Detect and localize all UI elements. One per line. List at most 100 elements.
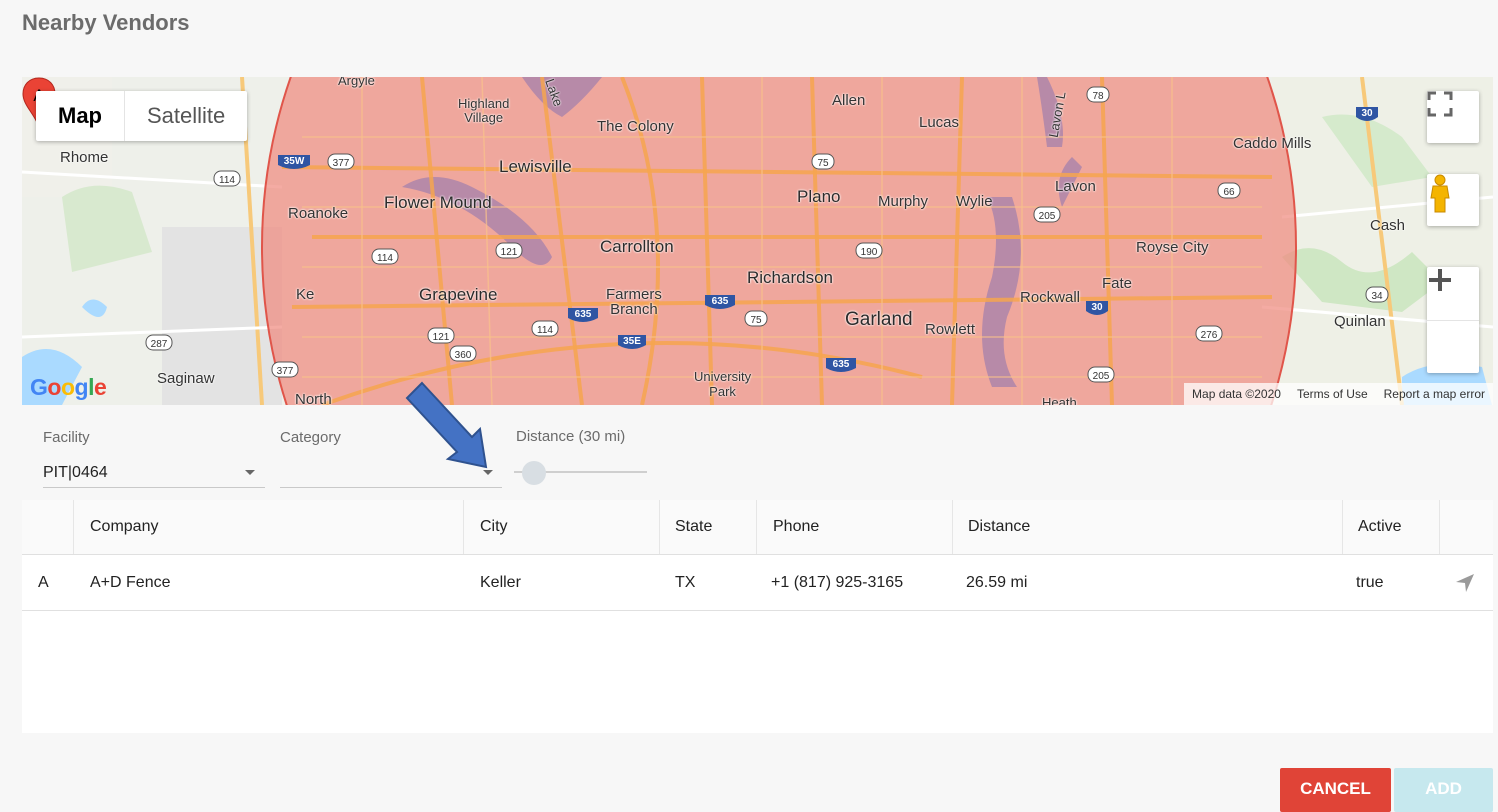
shield-121b: 121 xyxy=(433,332,450,343)
row-distance: 26.59 mi xyxy=(966,574,1028,591)
map-data-text: Map data ©2020 xyxy=(1192,387,1281,401)
label-the-colony: The Colony xyxy=(597,118,674,135)
map-type-control: Map Satellite xyxy=(36,91,248,141)
vendors-table: Company City State Phone Distance Active… xyxy=(22,500,1493,733)
shield-635c: 635 xyxy=(833,359,850,370)
label-roanoke: Roanoke xyxy=(288,205,349,222)
row-phone: +1 (817) 925-3165 xyxy=(771,574,904,591)
shield-205b: 205 xyxy=(1093,371,1110,382)
shield-114: 114 xyxy=(219,175,235,186)
label-grapevine: Grapevine xyxy=(419,285,498,304)
terms-of-use-link[interactable]: Terms of Use xyxy=(1297,387,1368,401)
shield-66: 66 xyxy=(1223,187,1235,198)
column-distance[interactable]: Distance xyxy=(968,500,1030,554)
facility-label: Facility xyxy=(43,429,90,446)
label-north: North xyxy=(295,391,332,405)
row-company: A+D Fence xyxy=(90,574,171,591)
map-type-map-button[interactable]: Map xyxy=(36,91,125,141)
row-marker: A xyxy=(38,574,49,591)
shield-75: 75 xyxy=(817,158,829,169)
filters-bar xyxy=(22,405,1493,500)
label-farmers-branch: Farmers Branch xyxy=(606,286,662,318)
shield-377: 377 xyxy=(333,158,350,169)
label-rhome: Rhome xyxy=(60,149,109,166)
shield-35e: 35E xyxy=(623,336,641,347)
fullscreen-icon xyxy=(1427,91,1453,117)
map-type-satellite-button[interactable]: Satellite xyxy=(125,91,247,141)
shield-190: 190 xyxy=(861,247,878,258)
annotation-arrow-icon xyxy=(405,381,488,469)
label-lewisville: Lewisville xyxy=(499,157,572,176)
label-plano: Plano xyxy=(797,187,841,206)
shield-205: 205 xyxy=(1039,211,1056,222)
shield-30b: 30 xyxy=(1361,108,1373,119)
navigate-icon[interactable] xyxy=(1454,572,1476,594)
label-saginaw: Saginaw xyxy=(157,370,215,387)
report-map-error-link[interactable]: Report a map error xyxy=(1384,387,1485,401)
column-city[interactable]: City xyxy=(480,500,508,554)
distance-label: Distance (30 mi) xyxy=(516,428,626,445)
google-logo: Google xyxy=(30,374,107,400)
label-argyle: Argyle xyxy=(338,77,375,88)
label-quinlan: Quinlan xyxy=(1334,313,1386,330)
cancel-button[interactable]: CANCEL xyxy=(1280,768,1391,812)
label-richardson: Richardson xyxy=(747,268,833,287)
shield-635b: 635 xyxy=(712,296,729,307)
label-keller-partial: Ke xyxy=(296,286,315,303)
label-murphy: Murphy xyxy=(878,193,929,210)
pegman-button[interactable] xyxy=(1427,174,1479,226)
category-underline xyxy=(280,487,502,488)
zoom-out-button[interactable] xyxy=(1427,278,1479,373)
label-cash: Cash xyxy=(1370,217,1406,234)
shield-78: 78 xyxy=(1092,91,1104,102)
label-highland-village: Highland Village xyxy=(458,96,510,125)
row-city: Keller xyxy=(480,574,521,591)
label-university-park: University Park xyxy=(694,369,752,399)
label-rowlett: Rowlett xyxy=(925,321,976,338)
shield-75b: 75 xyxy=(750,315,762,326)
facility-underline xyxy=(43,487,265,488)
label-rockwall: Rockwall xyxy=(1020,289,1081,306)
label-royse-city: Royse City xyxy=(1136,239,1209,256)
label-heath: Heath xyxy=(1042,395,1077,405)
column-company[interactable]: Company xyxy=(90,500,158,554)
pegman-icon xyxy=(1430,174,1450,213)
shield-377b: 377 xyxy=(277,366,294,377)
label-caddo-mills: Caddo Mills xyxy=(1233,135,1312,152)
label-carrollton: Carrollton xyxy=(600,237,674,256)
row-active: true xyxy=(1356,574,1384,591)
shield-121: 121 xyxy=(501,247,518,258)
shield-276: 276 xyxy=(1201,330,1218,341)
shield-34: 34 xyxy=(1371,291,1383,302)
row-state: TX xyxy=(675,574,696,591)
map-view[interactable]: 35W 377 114 114 121 121 360 114 75 75 19… xyxy=(22,77,1493,405)
fullscreen-button[interactable] xyxy=(1427,91,1479,143)
label-lavon: Lavon xyxy=(1055,178,1096,195)
label-fate: Fate xyxy=(1102,275,1133,292)
label-garland: Garland xyxy=(845,309,913,330)
facility-select[interactable]: PIT|0464 xyxy=(43,464,108,482)
column-active[interactable]: Active xyxy=(1358,500,1402,554)
map-attribution: Map data ©2020 Terms of Use Report a map… xyxy=(1184,383,1493,405)
table-header: Company City State Phone Distance Active xyxy=(22,500,1493,555)
category-label: Category xyxy=(280,429,341,446)
add-button[interactable]: ADD xyxy=(1394,768,1493,812)
shield-635: 635 xyxy=(575,309,592,320)
shield-114b: 114 xyxy=(377,253,393,264)
table-row[interactable]: A A+D Fence Keller TX +1 (817) 925-3165 … xyxy=(22,555,1493,611)
column-state[interactable]: State xyxy=(675,500,712,554)
facility-chevron-down-icon[interactable] xyxy=(245,470,255,475)
label-allen: Allen xyxy=(832,92,866,109)
shield-114c: 114 xyxy=(537,325,553,336)
shield-360: 360 xyxy=(455,350,472,361)
zoom-control xyxy=(1427,267,1479,373)
label-flower-mound: Flower Mound xyxy=(384,193,492,212)
column-phone[interactable]: Phone xyxy=(773,500,819,554)
label-wylie: Wylie xyxy=(956,193,993,210)
shield-35w: 35W xyxy=(284,156,305,167)
shield-30: 30 xyxy=(1091,302,1103,313)
distance-slider-thumb[interactable] xyxy=(522,461,546,485)
zoom-out-icon xyxy=(1429,278,1451,282)
dialog-title: Nearby Vendors xyxy=(22,10,190,35)
shield-287: 287 xyxy=(151,339,168,350)
